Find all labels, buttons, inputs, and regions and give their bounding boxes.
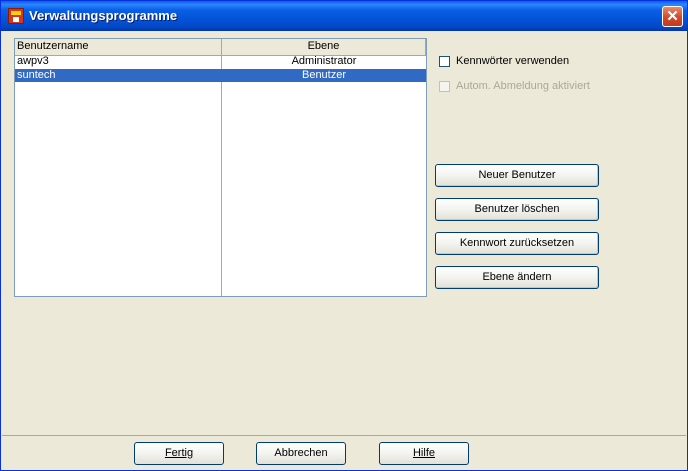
cell-level: Administrator	[291, 55, 357, 67]
column-header-username[interactable]: Benutzername	[15, 39, 222, 55]
cell-username: suntech	[17, 69, 56, 81]
window-title: Verwaltungsprogramme	[29, 8, 178, 23]
cell-level: Benutzer	[301, 69, 347, 81]
new-user-button[interactable]: Neuer Benutzer	[435, 164, 599, 187]
close-button[interactable]: ✕	[662, 6, 683, 27]
footer-separator	[2, 435, 686, 436]
help-button-label: Hilfe	[412, 447, 435, 459]
use-passwords-option[interactable]: Kennwörter verwenden	[439, 55, 569, 67]
column-header-level[interactable]: Ebene	[222, 39, 426, 55]
user-list[interactable]: Benutzername Ebene awpv3 Administrator s…	[14, 38, 427, 297]
done-button-label: Fertig	[164, 447, 194, 459]
cancel-button-label: Abbrechen	[274, 447, 328, 459]
use-passwords-checkbox[interactable]	[439, 55, 450, 67]
cancel-button[interactable]: Abbrechen	[256, 442, 346, 465]
dialog-window: Verwaltungsprogramme ✕ Benutzername Eben…	[0, 0, 688, 471]
title-bar[interactable]: Verwaltungsprogramme ✕	[1, 1, 687, 31]
use-passwords-label: Kennwörter verwenden	[456, 55, 570, 67]
done-button[interactable]: Fertig	[134, 442, 224, 465]
reset-password-button[interactable]: Kennwort zurücksetzen	[435, 232, 599, 255]
auto-logout-label: Autom. Abmeldung aktiviert	[456, 80, 590, 92]
change-level-button[interactable]: Ebene ändern	[435, 266, 599, 289]
help-button[interactable]: Hilfe	[379, 442, 469, 465]
table-row[interactable]: awpv3 Administrator	[15, 55, 426, 68]
auto-logout-checkbox	[439, 80, 450, 92]
list-header: Benutzername Ebene	[15, 39, 426, 56]
cell-username: awpv3	[17, 55, 49, 67]
app-icon	[8, 8, 24, 24]
column-divider	[221, 55, 222, 296]
auto-logout-option: Autom. Abmeldung aktiviert	[439, 80, 590, 92]
delete-user-button[interactable]: Benutzer löschen	[435, 198, 599, 221]
close-icon: ✕	[666, 8, 679, 25]
table-row-selected[interactable]: suntech Benutzer	[15, 69, 426, 82]
